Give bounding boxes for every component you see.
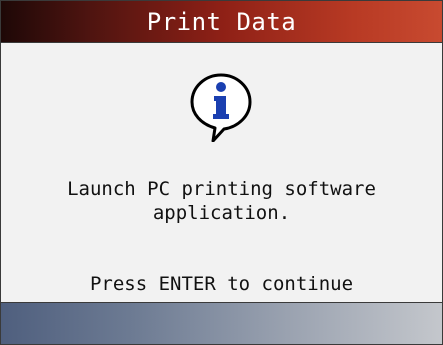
message-text: Launch PC printing software application. <box>67 178 376 224</box>
device-screen: Print Data Launch PC printing software a… <box>0 0 443 345</box>
bottom-bar <box>1 303 442 344</box>
page-title: Print Data <box>146 8 297 36</box>
info-icon <box>190 73 252 142</box>
title-bar: Print Data <box>1 1 442 43</box>
continue-prompt: Press ENTER to continue <box>89 273 354 295</box>
message-panel: Launch PC printing software application.… <box>1 43 442 303</box>
